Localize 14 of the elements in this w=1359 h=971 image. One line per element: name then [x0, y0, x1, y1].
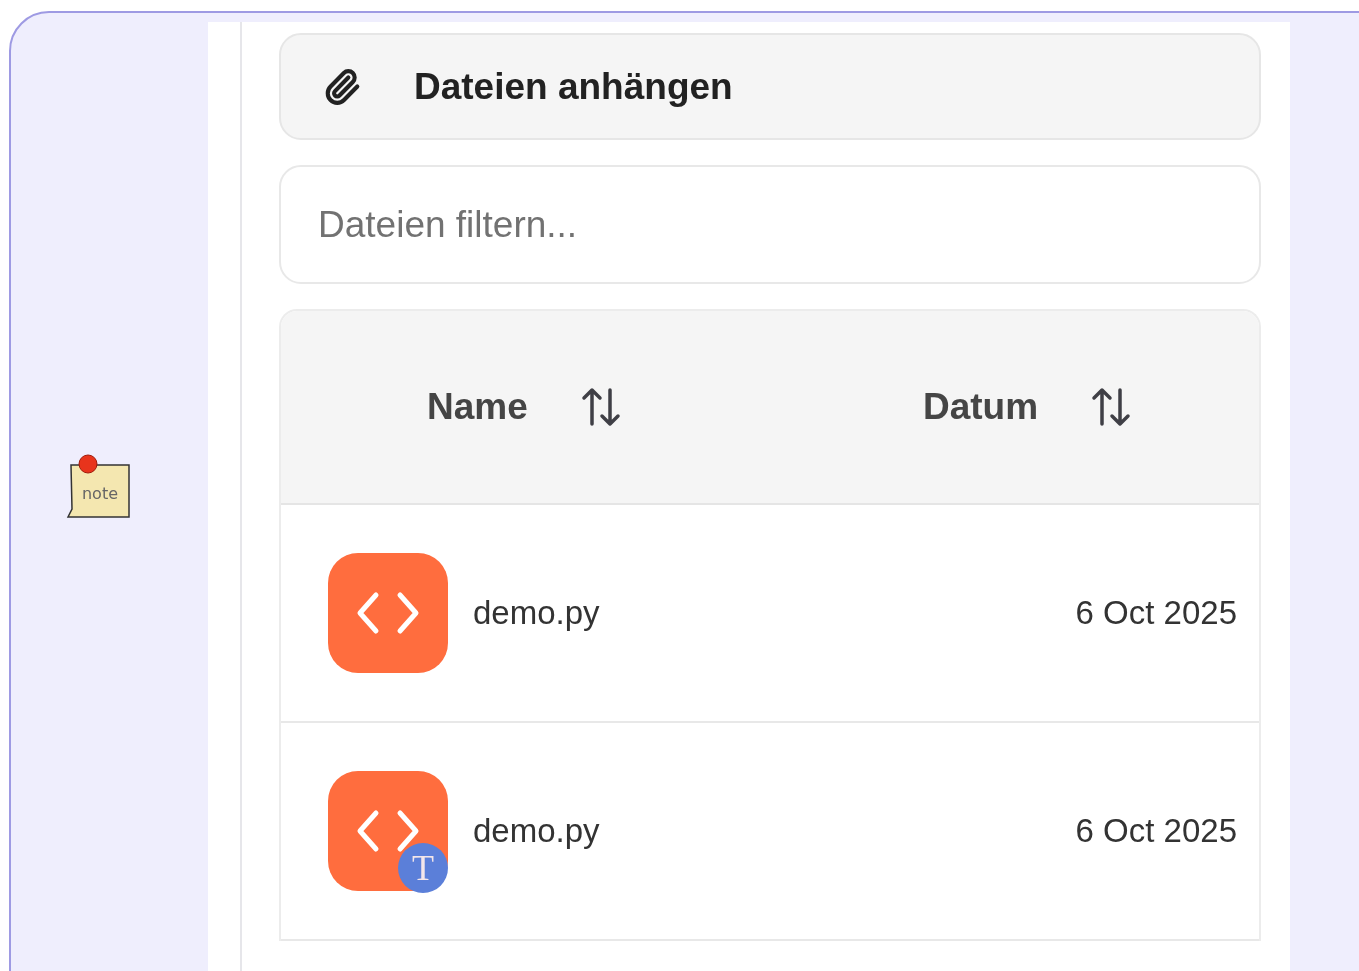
code-file-icon — [328, 553, 448, 673]
column-header[interactable]: Name — [427, 379, 528, 435]
paperclip-icon — [323, 67, 361, 106]
file-date: 6 Oct 2025 — [1075, 811, 1237, 852]
file-row[interactable]: demo.py 6 Oct 2025 — [281, 505, 1259, 723]
file-name: demo.py — [473, 811, 600, 852]
sort-icon[interactable] — [579, 387, 622, 427]
attach-files-button[interactable]: Dateien anhängen — [279, 33, 1261, 140]
filter-field[interactable]: Dateien filtern... — [279, 165, 1261, 284]
sort-icon[interactable] — [1090, 387, 1133, 427]
file-date: 6 Oct 2025 — [1075, 593, 1237, 634]
column-header[interactable]: Datum — [923, 379, 1039, 435]
file-row[interactable]: T demo.py 6 Oct 2025 — [281, 723, 1259, 941]
file-name: demo.py — [473, 593, 600, 634]
